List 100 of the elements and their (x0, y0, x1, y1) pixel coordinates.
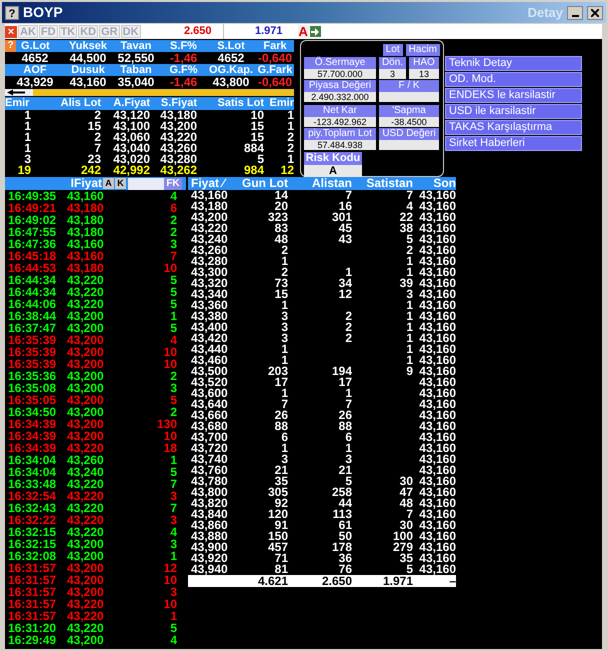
table-cell-text: 15 (250, 121, 264, 132)
table-cell-text: 73 (274, 278, 288, 289)
table-cell-text: 43,160 (418, 245, 456, 256)
fk-button[interactable]: FK (164, 178, 182, 190)
trade-time: 16:37:47 (7, 322, 58, 334)
close-button[interactable]: × (5, 26, 17, 38)
trade-time: 16:35:08 (7, 382, 58, 394)
menu-link[interactable]: OD. Mod. (445, 72, 582, 87)
table-cell-text: 43,680 (190, 421, 228, 432)
table-cell-text: 43,260 (190, 245, 228, 256)
table-cell-text: 5 (345, 476, 352, 487)
field-value: 13 (409, 69, 439, 79)
trade-price: 43,180 (67, 226, 105, 238)
table-cell-text: 1 (405, 311, 413, 322)
menu-link[interactable]: Teknik Detay (445, 56, 582, 71)
menu-link[interactable]: Sirket Haberleri (445, 136, 582, 151)
table-cell-text: 1 (280, 344, 288, 355)
menu-link[interactable]: TAKAS Karşılaştırma (445, 120, 582, 135)
table-cell-text: 15 (86, 121, 101, 132)
menu-link[interactable]: ENDEKS le karsilastir (445, 88, 582, 103)
table-cell-text: 43,460 (190, 355, 228, 366)
table-cell-text: 1 (280, 256, 288, 267)
field-label: USD Değeri (379, 128, 439, 140)
field-label: Net Kar (304, 105, 376, 117)
arrow-icon[interactable] (310, 26, 321, 37)
trade-lot: 5 (169, 394, 177, 406)
minimize-button[interactable] (567, 6, 583, 20)
filter-field[interactable] (128, 178, 164, 190)
trade-time: 16:34:39 (7, 418, 58, 430)
trade-price: 43,200 (67, 382, 105, 394)
help-icon[interactable]: ? (5, 6, 19, 20)
close-icon[interactable] (591, 8, 599, 16)
trade-lot: 2 (169, 226, 177, 238)
table-cell-text: 43,160 (418, 333, 456, 344)
table-cell-text: 43,700 (190, 432, 228, 443)
table-cell-text: 457 (266, 542, 288, 553)
trade-time: 16:32:43 (7, 502, 58, 514)
quote-value: -0,640 (256, 52, 294, 64)
close-button[interactable] (587, 6, 603, 20)
trade-time: 16:34:39 (7, 430, 58, 442)
table-cell-text: 83 (274, 223, 288, 234)
scroll-left-icon[interactable] (5, 89, 33, 96)
trade-lot: 5 (169, 622, 177, 634)
sort-icon[interactable]: ⁄ (219, 176, 224, 190)
trade-price: 43,220 (67, 514, 105, 526)
trade-time: 16:31:57 (7, 598, 58, 610)
risk-label: Risk Kodu (304, 152, 362, 165)
column-header: Alis Lot (60, 97, 101, 110)
toggle-button[interactable]: Lot (382, 44, 403, 56)
table-cell-text: 43,160 (418, 234, 456, 245)
trade-price: 43,220 (67, 502, 105, 514)
trade-time: 16:34:39 (7, 442, 58, 454)
filter-button[interactable]: A (103, 178, 114, 189)
toggle-button[interactable]: Hacim (406, 44, 440, 56)
help-icon[interactable]: ? (5, 40, 16, 52)
table-cell-text: 43,160 (418, 465, 456, 476)
trade-time: 16:34:04 (7, 466, 58, 478)
trade-lot: 3 (169, 490, 177, 502)
table-cell-text: 45 (338, 223, 352, 234)
trade-lot: 12 (162, 562, 177, 574)
table-cell-text: 43,420 (190, 333, 228, 344)
filter-button[interactable]: K (115, 178, 126, 189)
trade-time: 16:44:53 (7, 262, 58, 274)
trade-lot: 18 (162, 442, 177, 454)
trade-time: 16:35:39 (7, 358, 58, 370)
trade-lot: 3 (169, 538, 177, 550)
field-label: piy.Toplam Lot (304, 128, 376, 140)
trade-lot: 7 (169, 478, 177, 490)
trade-price: 43,200 (67, 430, 105, 442)
column-header: G.Lot (21, 40, 50, 52)
column-header: G.Fark (256, 64, 294, 76)
table-cell-text: 43,160 (418, 542, 456, 553)
table-cell-text: 884 (242, 143, 264, 154)
quote-value: -1,46 (168, 52, 198, 64)
table-cell-text: 43,100 (112, 121, 150, 132)
trade-price: 43,200 (67, 310, 105, 322)
table-cell-text: 43,160 (418, 322, 456, 333)
table-cell-text: 43,240 (190, 234, 228, 245)
table-cell-text: 2 (286, 132, 294, 143)
trade-time: 16:34:50 (7, 406, 58, 418)
table-cell-text: 2 (281, 245, 288, 256)
table-cell-text: 43,160 (418, 476, 456, 487)
trade-lot: 10 (162, 358, 177, 370)
table-cell-text: 81 (274, 564, 288, 575)
scroll-bar[interactable] (5, 89, 294, 96)
table-cell-text: 258 (330, 487, 352, 498)
total-cell-text: 42,992 (112, 165, 150, 176)
trade-price: 43,200 (67, 346, 105, 358)
table-cell-text: 12 (338, 289, 352, 300)
table-cell-text: 1 (23, 132, 31, 143)
trade-time: 16:35:05 (7, 394, 58, 406)
table-cell-text: 30 (398, 476, 413, 487)
table-cell-text: 178 (330, 542, 352, 553)
trade-price: 43,180 (67, 262, 105, 274)
table-cell-text: 43,160 (418, 267, 456, 278)
menu-link[interactable]: USD ile karsilastir (445, 104, 582, 119)
trade-time: 16:49:21 (7, 202, 58, 214)
table-cell-text: 43,280 (159, 154, 197, 165)
table-cell-text: 44 (338, 498, 352, 509)
table-cell-text: 7 (405, 190, 413, 201)
